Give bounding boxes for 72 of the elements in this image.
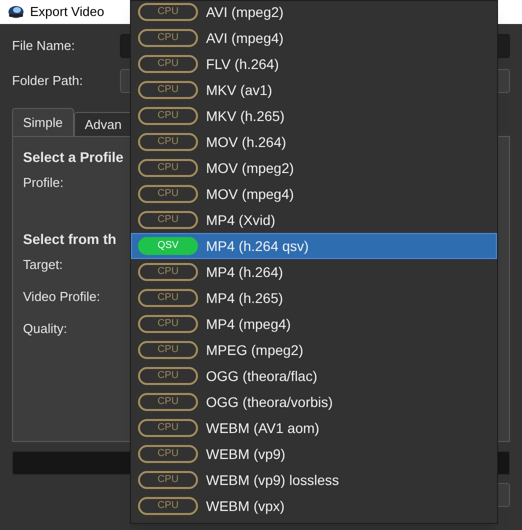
field-label: Target: <box>23 256 63 274</box>
badge: CPU <box>138 497 198 515</box>
badge: CPU <box>138 393 198 411</box>
window-title: Export Video <box>30 3 104 22</box>
badge: CPU <box>138 81 198 99</box>
tab[interactable]: Advan <box>74 112 133 136</box>
badge: QSV <box>138 237 198 255</box>
badge: CPU <box>138 315 198 333</box>
badge: CPU <box>138 3 198 21</box>
badge: CPU <box>138 107 198 125</box>
format-item[interactable]: CPU AVI (mpeg4) <box>131 25 497 51</box>
format-label: MOV (mpeg4) <box>206 184 294 204</box>
format-item[interactable]: CPU OGG (theora/vorbis) <box>131 389 497 415</box>
badge: CPU <box>138 133 198 151</box>
format-item[interactable]: CPU MOV (h.264) <box>131 129 497 155</box>
field-label: Video Profile: <box>23 288 100 306</box>
format-label: AVI (mpeg4) <box>206 28 284 48</box>
badge: CPU <box>138 289 198 307</box>
format-item[interactable]: CPU WEBM (vp9) <box>131 441 497 467</box>
format-label: AVI (mpeg2) <box>206 2 284 22</box>
format-item[interactable]: CPU OGG (theora/flac) <box>131 363 497 389</box>
badge: CPU <box>138 471 198 489</box>
format-label: MP4 (h.264) <box>206 262 284 282</box>
field-label: Folder Path: <box>12 72 84 90</box>
badge: CPU <box>138 419 198 437</box>
format-item[interactable]: CPU MP4 (h.264) <box>131 259 497 285</box>
format-item[interactable]: CPU MOV (mpeg2) <box>131 155 497 181</box>
badge: CPU <box>138 367 198 385</box>
format-item[interactable]: CPU MOV (mpeg4) <box>131 181 497 207</box>
badge: CPU <box>138 185 198 203</box>
format-item[interactable]: CPU WEBM (vp9) lossless <box>131 467 497 493</box>
format-label: WEBM (vp9) lossless <box>206 470 340 490</box>
field-label: Profile: <box>23 174 64 192</box>
badge: CPU <box>138 211 198 229</box>
format-item[interactable]: QSV MP4 (h.264 qsv) <box>131 233 497 259</box>
format-label: WEBM (vp9) <box>206 444 286 464</box>
format-label: MP4 (h.265) <box>206 288 284 308</box>
badge: CPU <box>138 55 198 73</box>
format-item[interactable]: CPU MP4 (h.265) <box>131 285 497 311</box>
format-item[interactable]: CPU AVI (mpeg2) <box>131 0 497 25</box>
format-label: OGG (theora/vorbis) <box>206 392 333 412</box>
format-item[interactable]: CPU MPEG (mpeg2) <box>131 337 497 363</box>
format-label: MP4 (h.264 qsv) <box>206 236 309 256</box>
format-label: MP4 (mpeg4) <box>206 314 291 334</box>
format-label: FLV (h.264) <box>206 54 279 74</box>
format-item[interactable]: CPU MP4 (mpeg4) <box>131 311 497 337</box>
tab[interactable]: Simple <box>12 108 74 136</box>
format-item[interactable]: CPU MKV (av1) <box>131 77 497 103</box>
field-label: Quality: <box>23 320 68 338</box>
format-label: MOV (mpeg2) <box>206 158 294 178</box>
badge: CPU <box>138 29 198 47</box>
badge: CPU <box>138 445 198 463</box>
format-item[interactable]: CPU WEBM (AV1 aom) <box>131 415 497 441</box>
format-label: WEBM (vpx) <box>206 496 285 516</box>
field-label: File Name: <box>12 37 76 56</box>
badge: CPU <box>138 263 198 281</box>
format-label: WEBM (AV1 aom) <box>206 418 320 438</box>
format-item[interactable]: CPU WEBM (vpx) <box>131 493 497 519</box>
section-heading: Select from th <box>23 230 116 249</box>
format-label: MOV (h.264) <box>206 132 286 152</box>
format-item[interactable]: CPU MP4 (Xvid) <box>131 207 497 233</box>
badge: CPU <box>138 341 198 359</box>
format-label: MKV (h.265) <box>206 106 285 126</box>
section-heading: Select a Profile <box>23 148 124 167</box>
format-label: MP4 (Xvid) <box>206 210 276 230</box>
badge: CPU <box>138 159 198 177</box>
format-label: MPEG (mpeg2) <box>206 340 304 360</box>
format-item[interactable]: CPU MKV (h.265) <box>131 103 497 129</box>
format-label: MKV (av1) <box>206 80 272 100</box>
format-label: OGG (theora/flac) <box>206 366 318 386</box>
format-item[interactable]: CPU FLV (h.264) <box>131 51 497 77</box>
app-logo-icon <box>8 5 24 19</box>
